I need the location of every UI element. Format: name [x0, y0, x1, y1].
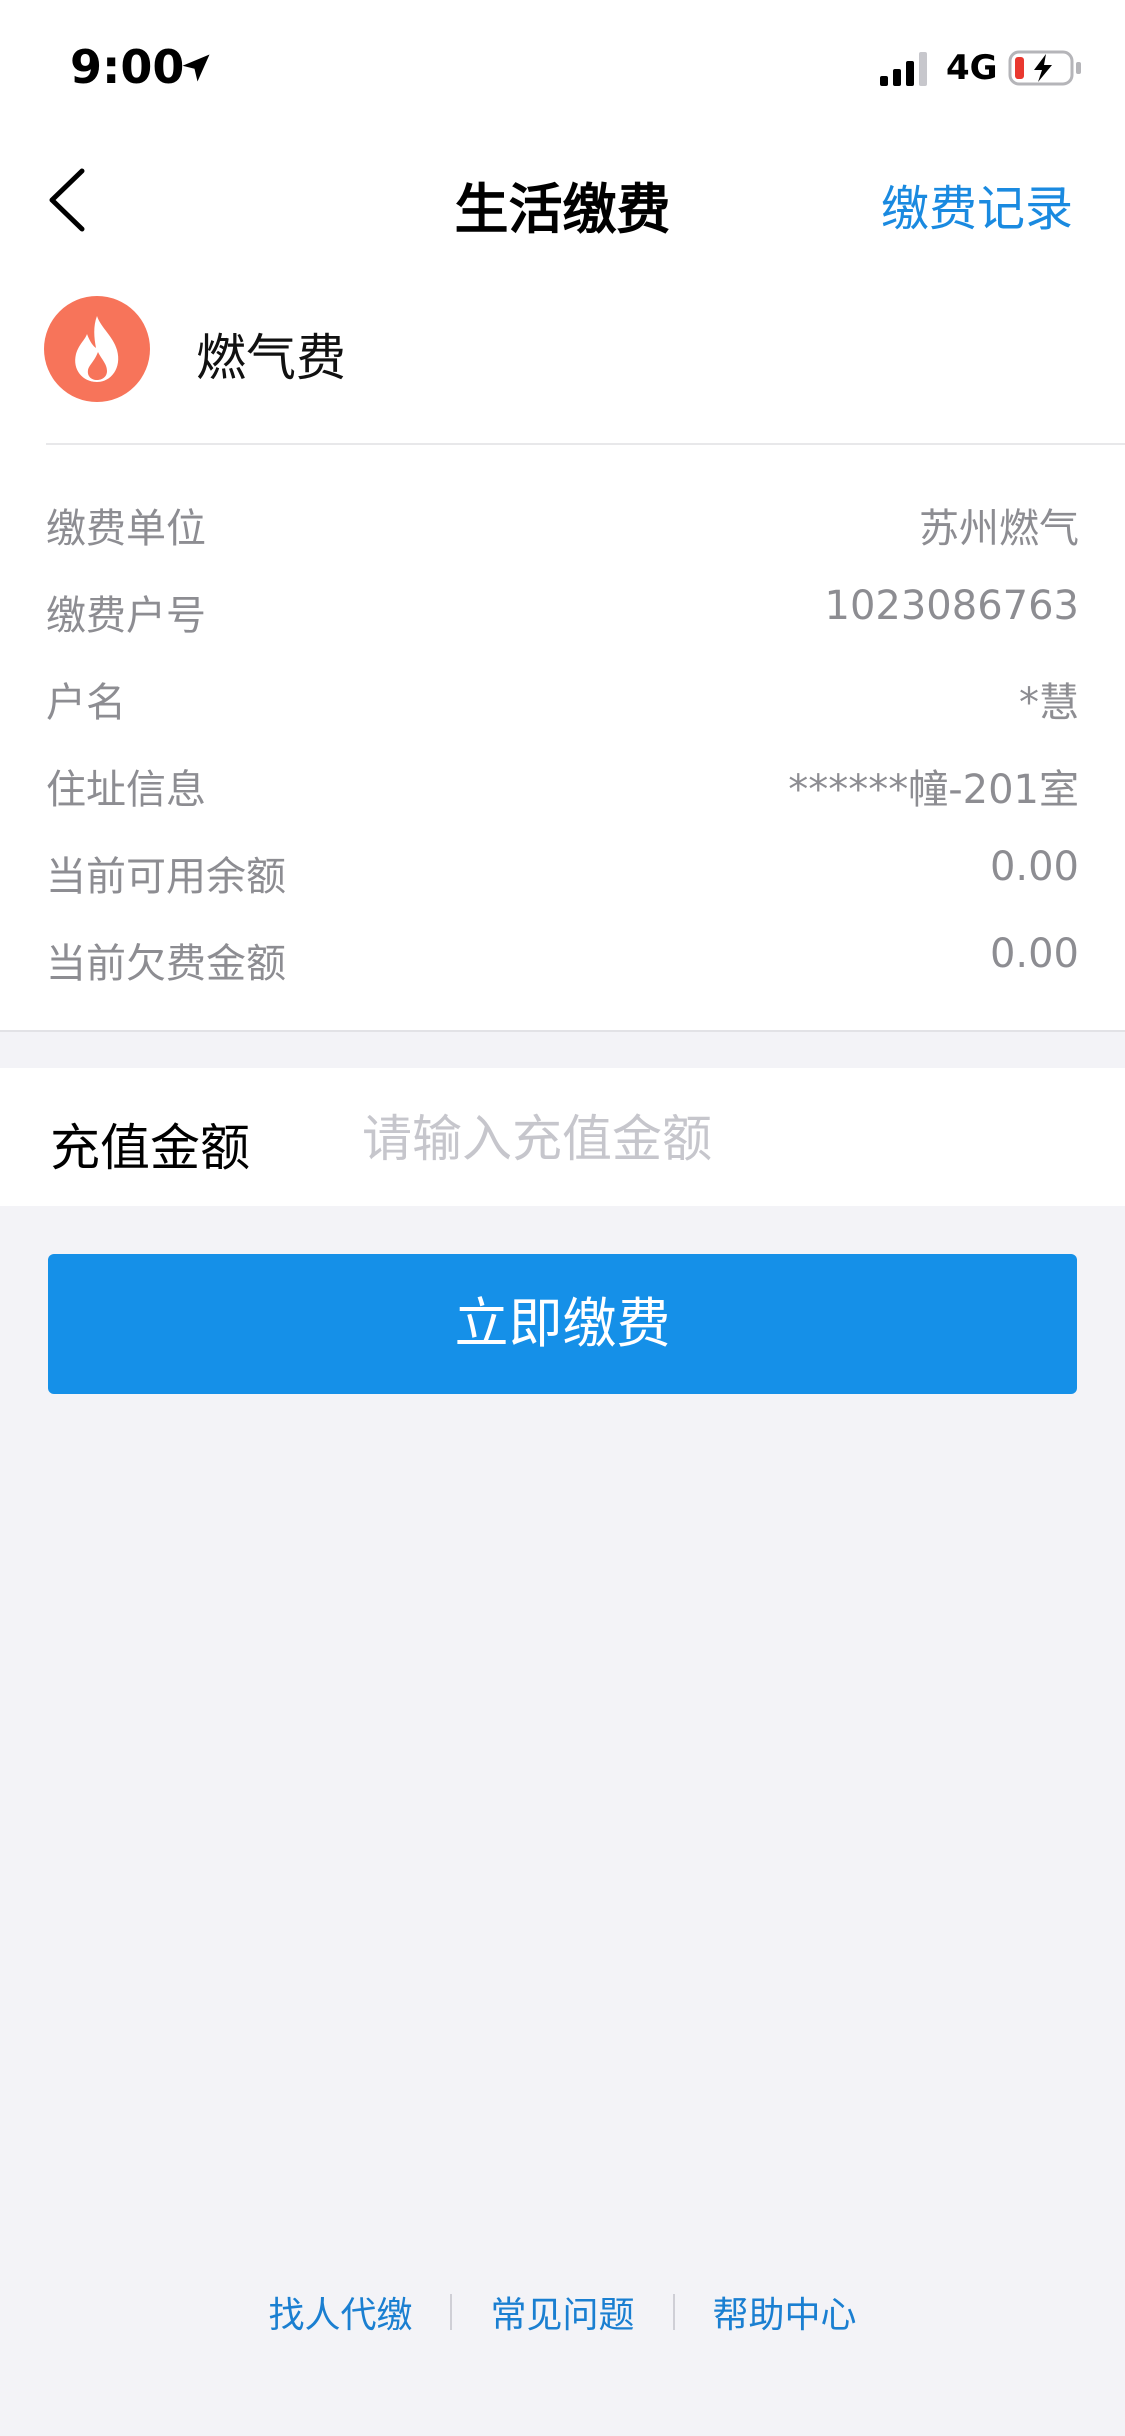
- account-info-list: 缴费单位 苏州燃气 缴费户号 1023086763 户名 *慧 住址信息 ***…: [0, 480, 1125, 1002]
- info-value: *慧: [1019, 680, 1079, 726]
- amount-label: 充值金额: [50, 1119, 250, 1177]
- status-bar: 9:00 4G: [0, 0, 1125, 135]
- info-value: ******幢-201室: [788, 767, 1079, 813]
- info-row-payee: 缴费单位 苏州燃气: [0, 480, 1125, 567]
- info-label: 缴费单位: [46, 506, 206, 552]
- help-center-link[interactable]: 帮助中心: [675, 2286, 895, 2338]
- info-row-account-name: 户名 *慧: [0, 654, 1125, 741]
- location-arrow-icon: [182, 54, 210, 82]
- divider: [46, 443, 1125, 445]
- info-row-arrears: 当前欠费金额 0.00: [0, 915, 1125, 1002]
- find-someone-pay-link[interactable]: 找人代缴: [230, 2286, 450, 2338]
- info-row-address: 住址信息 ******幢-201室: [0, 741, 1125, 828]
- info-value: 苏州燃气: [919, 506, 1079, 552]
- info-label: 户名: [46, 680, 126, 726]
- service-name: 燃气费: [196, 329, 346, 387]
- payment-record-link[interactable]: 缴费记录: [881, 169, 1073, 239]
- recharge-amount-row: 充值金额: [0, 1068, 1125, 1206]
- faq-link[interactable]: 常见问题: [452, 2286, 672, 2338]
- footer-links: 找人代缴 常见问题 帮助中心: [0, 2282, 1125, 2342]
- service-header: 燃气费: [0, 290, 1125, 446]
- info-value: 1023086763: [824, 583, 1080, 629]
- battery-charging-icon: [1008, 50, 1081, 86]
- signal-icon: [880, 52, 927, 86]
- info-label: 当前可用余额: [46, 854, 286, 900]
- amount-input[interactable]: [362, 1094, 1062, 1184]
- pay-now-button[interactable]: 立即缴费: [48, 1254, 1077, 1394]
- info-row-account-number: 缴费户号 1023086763: [0, 567, 1125, 654]
- flame-icon: [75, 316, 119, 382]
- info-label: 住址信息: [46, 767, 206, 813]
- info-value: 0.00: [989, 931, 1079, 977]
- nav-bar: 生活缴费 缴费记录: [0, 135, 1125, 265]
- info-row-balance: 当前可用余额 0.00: [0, 828, 1125, 915]
- info-label: 当前欠费金额: [46, 941, 286, 987]
- divider: [0, 1030, 1125, 1032]
- status-time: 9:00: [70, 40, 185, 94]
- gas-service-badge: [44, 296, 150, 402]
- info-label: 缴费户号: [46, 593, 206, 639]
- network-label: 4G: [946, 48, 998, 88]
- info-value: 0.00: [989, 844, 1079, 890]
